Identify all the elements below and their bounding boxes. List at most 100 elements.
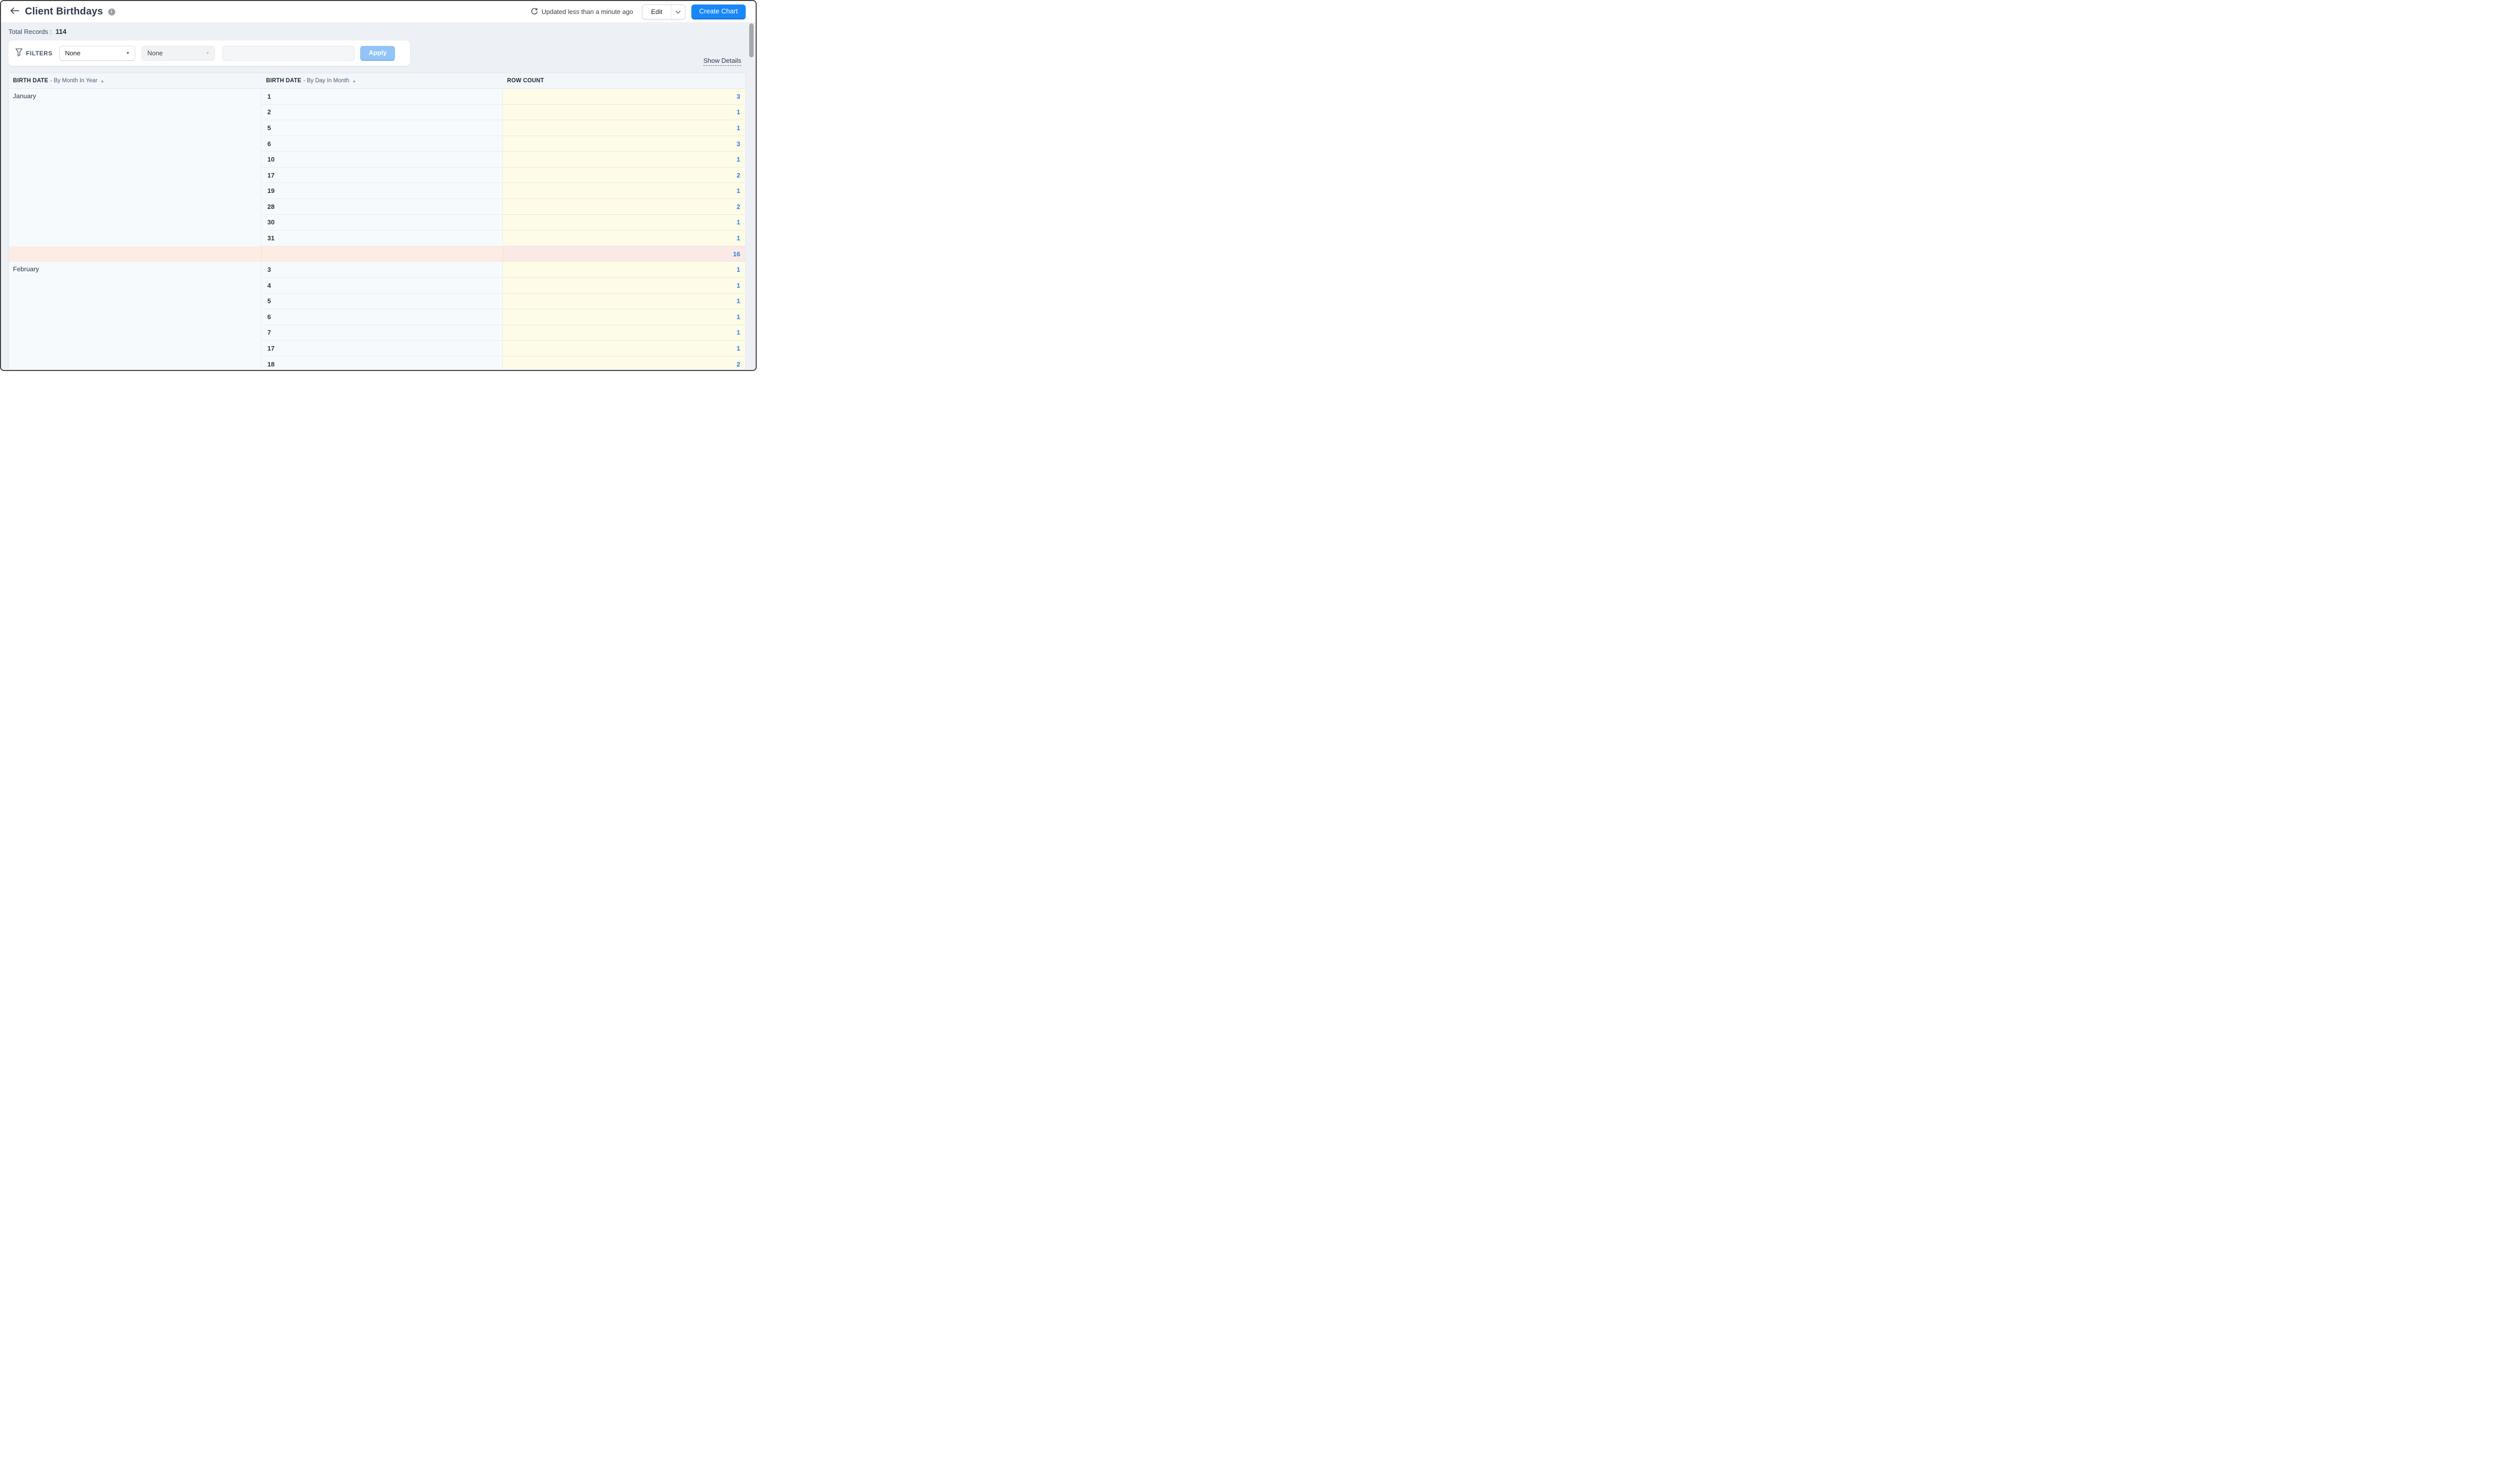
table-row: 51	[261, 293, 745, 310]
table-row: 19 1	[261, 183, 745, 199]
chevron-down-icon	[675, 7, 681, 16]
column-header-row-count[interactable]: ROW COUNT	[503, 73, 745, 88]
column-field-label: BIRTH DATE	[13, 78, 48, 84]
table-header-row: BIRTH DATE - By Month In Year ▲ BIRTH DATE -…	[9, 73, 745, 89]
table-row: 30 1	[261, 214, 745, 231]
table-row: 63	[261, 136, 745, 152]
info-icon[interactable]: i	[108, 8, 115, 15]
filter-funnel-icon	[15, 48, 23, 58]
day-cell: 4	[261, 277, 503, 294]
day-cell: 28	[261, 199, 503, 215]
month-rows: 3 1 4 1 5 1 6 1 7 1 17 1 18 2	[261, 262, 745, 369]
table-row: 18 2	[261, 356, 745, 369]
row-count-cell[interactable]: 1	[503, 341, 745, 357]
row-count-cell[interactable]: 1	[503, 262, 745, 278]
month-cell: February	[9, 262, 261, 369]
table-row: 21	[261, 104, 745, 121]
row-count-cell[interactable]: 3	[503, 136, 745, 152]
table-row: 13	[261, 89, 745, 105]
row-count-cell[interactable]: 1	[503, 309, 745, 325]
column-modifier-label: - By Day In Month	[303, 78, 350, 84]
sort-ascending-icon: ▲	[100, 78, 105, 83]
table-row: 51	[261, 120, 745, 136]
total-records-value: 114	[55, 28, 67, 35]
sort-ascending-icon: ▲	[352, 78, 357, 83]
table-row: 10 1	[261, 152, 745, 168]
edit-split-button: Edit	[642, 4, 685, 19]
column-field-label: ROW COUNT	[507, 78, 544, 84]
month-rows: 1 3 2 1 5 1 6 3 10 1 17 2 19 1 28 2 30 1 31 1	[261, 89, 745, 246]
day-cell: 2	[261, 104, 503, 121]
dropdown-caret-icon: ▼	[126, 51, 130, 55]
last-updated: Updated less than a minute ago	[531, 7, 633, 16]
row-count-cell[interactable]: 1	[503, 120, 745, 136]
subtotal-month-cell	[9, 246, 262, 262]
day-cell: 10	[261, 152, 503, 168]
month-group-january: January 1 3 2 1 5 1 6 3 10 1 17 2 19 1 28 2 30 1 31 1	[9, 89, 745, 246]
month-cell: January	[9, 89, 261, 246]
filter-value-input[interactable]	[222, 45, 355, 61]
filters-label: FILTERS	[15, 48, 52, 58]
table-row: 61	[261, 309, 745, 325]
row-count-cell[interactable]: 1	[503, 325, 745, 341]
pivot-table: BIRTH DATE - By Month In Year ▲ BIRTH DATE -…	[8, 73, 746, 369]
filter-operator-dropdown[interactable]: None ▼	[142, 45, 215, 61]
row-count-cell[interactable]: 1	[503, 152, 745, 168]
day-cell: 6	[261, 136, 503, 152]
table-row: 17 2	[261, 167, 745, 184]
column-header-birth-date-by-month-in-year[interactable]: BIRTH DATE - By Month In Year ▲	[9, 73, 262, 88]
day-cell: 7	[261, 325, 503, 341]
column-modifier-label: - By Month In Year	[50, 78, 98, 84]
top-bar: Client Birthdays i Updated less than a m…	[1, 1, 756, 23]
row-count-cell[interactable]: 1	[503, 293, 745, 310]
day-cell: 6	[261, 309, 503, 325]
column-field-label: BIRTH DATE	[266, 78, 302, 84]
page-title: Client Birthdays	[25, 6, 103, 17]
day-cell: 31	[261, 230, 503, 246]
table-row: 31	[261, 262, 745, 278]
edit-button[interactable]: Edit	[642, 5, 670, 19]
edit-dropdown-button[interactable]	[671, 5, 685, 19]
day-cell: 5	[261, 120, 503, 136]
day-cell: 1	[261, 89, 503, 105]
table-row: 28 2	[261, 199, 745, 215]
row-count-cell[interactable]: 1	[503, 183, 745, 199]
filter-field-dropdown[interactable]: None ▼	[59, 45, 136, 61]
vertical-scrollbar	[749, 23, 755, 369]
show-details-link[interactable]: Show Details	[703, 57, 741, 66]
subtotal-day-cell	[262, 246, 503, 262]
row-count-cell[interactable]: 1	[503, 230, 745, 246]
dropdown-caret-icon: ▼	[206, 51, 210, 55]
topbar-actions: Updated less than a minute ago Edit Crea…	[531, 4, 746, 19]
row-count-cell[interactable]: 1	[503, 277, 745, 294]
day-cell: 30	[261, 214, 503, 231]
app-window: Client Birthdays i Updated less than a m…	[0, 0, 757, 371]
subtotal-row: 16	[9, 246, 745, 262]
filter-field-value: None	[65, 49, 81, 57]
table-row: 41	[261, 277, 745, 294]
table-row: 71	[261, 325, 745, 341]
last-updated-text: Updated less than a minute ago	[541, 8, 633, 15]
refresh-icon[interactable]	[531, 7, 538, 16]
row-count-cell[interactable]: 1	[503, 214, 745, 231]
filters-label-text: FILTERS	[26, 49, 53, 57]
total-records-label: Total Records :	[8, 28, 52, 35]
back-button[interactable]	[8, 5, 21, 18]
filters-bar: FILTERS None ▼ None ▼ Apply	[8, 40, 410, 66]
row-count-cell[interactable]: 2	[503, 167, 745, 184]
row-count-cell[interactable]: 2	[503, 356, 745, 369]
subtotal-count-cell[interactable]: 16	[503, 246, 745, 262]
apply-filter-button[interactable]: Apply	[360, 45, 396, 61]
table-row: 31 1	[261, 230, 745, 246]
total-records: Total Records : 114	[8, 28, 66, 35]
day-cell: 17	[261, 341, 503, 357]
column-header-birth-date-by-day-in-month[interactable]: BIRTH DATE - By Day In Month ▲	[262, 73, 503, 88]
table-body: January 1 3 2 1 5 1 6 3 10 1 17 2 19 1 28 2 30 1 31 1 16 Febru…	[9, 89, 745, 369]
row-count-cell[interactable]: 3	[503, 89, 745, 105]
create-chart-button[interactable]: Create Chart	[691, 4, 746, 19]
row-count-cell[interactable]: 1	[503, 104, 745, 121]
day-cell: 3	[261, 262, 503, 278]
row-count-cell[interactable]: 2	[503, 199, 745, 215]
arrow-left-icon	[10, 7, 19, 17]
scrollbar-thumb[interactable]	[749, 23, 754, 57]
